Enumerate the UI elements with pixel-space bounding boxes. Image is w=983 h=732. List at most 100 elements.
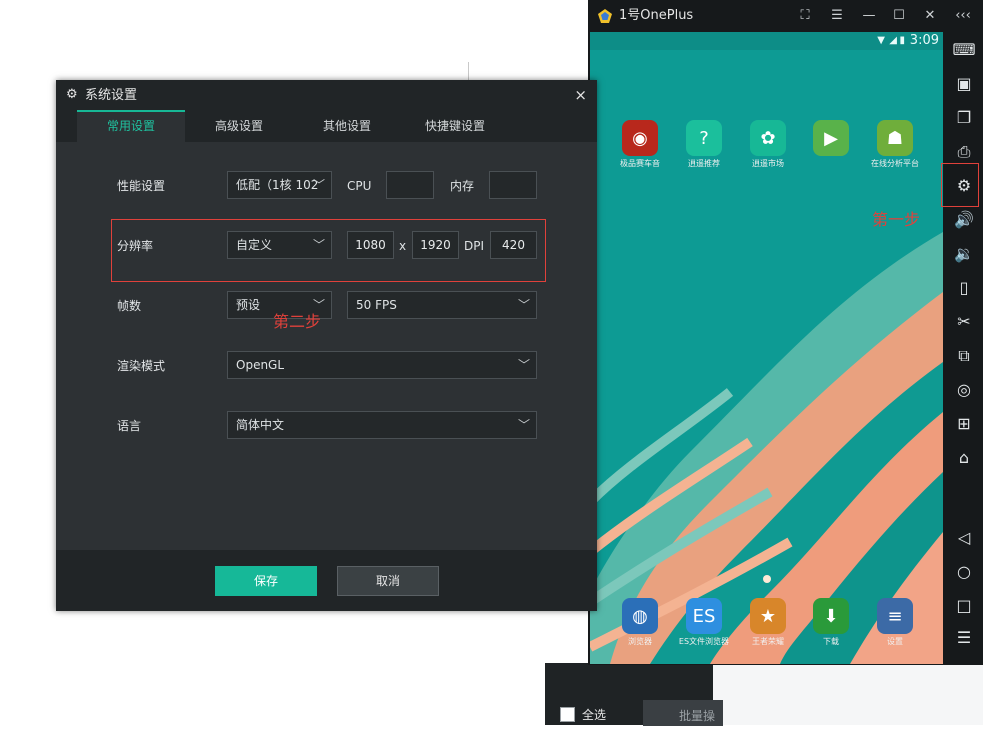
page-indicator: [763, 575, 771, 583]
cpu-input[interactable]: [386, 171, 434, 199]
step1-highlight: [941, 163, 979, 207]
app-game[interactable]: ★ 王者荣耀: [740, 598, 796, 647]
android-icon: ☗: [877, 120, 913, 156]
menu-icon[interactable]: ☰: [828, 8, 846, 24]
fps-label: 帧数: [117, 299, 142, 313]
app-browser[interactable]: ◍ 浏览器: [612, 598, 668, 647]
render-mode-label: 渲染模式: [117, 359, 166, 373]
volume-down-icon[interactable]: 🔉: [945, 244, 983, 264]
browser-icon: ◍: [622, 598, 658, 634]
volume-up-icon[interactable]: 🔊: [945, 210, 983, 230]
recent-icon[interactable]: □: [945, 596, 983, 616]
wifi-icon: ▼: [877, 35, 885, 46]
status-clock: 3:09: [909, 33, 939, 48]
dpi-label: DPI: [464, 239, 485, 253]
cancel-button[interactable]: 取消: [337, 566, 439, 596]
step1-annotation: 第一步: [872, 210, 921, 229]
background-divider: [468, 62, 469, 82]
market-icon: ✿: [750, 120, 786, 156]
play-icon: ▶: [813, 120, 849, 156]
minimize-icon[interactable]: —: [860, 8, 878, 24]
mouse-icon[interactable]: ⌂: [945, 448, 983, 468]
android-screen[interactable]: ▼ ◢ ▮ 3:09 ◉ 极品赛车音? 逍遥推荐 ✿ 逍遥市场 ▶ ☗ 在线分析平台 ◍ 浏览器…: [590, 32, 943, 664]
fps-preset-value: 预设: [236, 298, 261, 312]
app-android[interactable]: ☗ 在线分析平台: [867, 120, 923, 169]
download-icon: ⬇: [813, 598, 849, 634]
home-icon[interactable]: ○: [945, 562, 983, 582]
batch-button[interactable]: 批量操: [643, 700, 723, 726]
cpu-label: CPU: [347, 179, 372, 193]
location-icon[interactable]: ◎: [945, 380, 983, 400]
emulator-titlebar: 1号OnePlus ⛶ ☰ — ☐ ✕ ‹‹‹: [588, 0, 983, 32]
menu-icon[interactable]: ☰: [945, 628, 983, 648]
settings-app-icon: ≡: [877, 598, 913, 634]
settings-gear-icon: ⚙: [66, 87, 78, 102]
step2-annotation: 第二步: [273, 312, 322, 331]
network-icon[interactable]: ⊞: [945, 414, 983, 434]
tab-shortcuts[interactable]: 快捷键设置: [401, 110, 509, 142]
app-help[interactable]: ? 逍遥推荐: [676, 120, 732, 169]
app-race[interactable]: ◉ 极品赛车音: [612, 120, 668, 169]
app-es-file[interactable]: ES ES文件浏览器: [676, 598, 732, 647]
resolution-select[interactable]: 自定义 ﹀: [227, 231, 332, 259]
app-label: 极品赛车音: [620, 159, 660, 168]
multi-window-icon[interactable]: ❐: [945, 108, 983, 128]
resolution-value: 自定义: [236, 238, 273, 252]
system-settings-dialog: ⚙ 系统设置 × 常用设置 高级设置 其他设置 快捷键设置 性能设置 低配（1核…: [56, 80, 597, 611]
keyboard-icon[interactable]: ⌨: [945, 40, 983, 60]
signal-icon: ◢: [889, 35, 897, 46]
tab-other[interactable]: 其他设置: [293, 110, 401, 142]
fullscreen-icon[interactable]: ⛶: [796, 8, 814, 24]
collapse-toolbar-icon[interactable]: ‹‹‹: [954, 8, 972, 24]
app-market[interactable]: ✿ 逍遥市场: [740, 120, 796, 169]
language-value: 简体中文: [236, 418, 285, 432]
dialog-close-icon[interactable]: ×: [574, 86, 587, 104]
render-mode-value: OpenGL: [236, 358, 285, 372]
dialog-header: ⚙ 系统设置 ×: [56, 80, 597, 110]
fps-value-select[interactable]: 50 FPS ﹀: [347, 291, 537, 319]
select-all-checkbox[interactable]: [560, 707, 575, 722]
language-label: 语言: [117, 419, 142, 433]
tab-common[interactable]: 常用设置: [77, 110, 185, 142]
rotate-icon[interactable]: ⧉: [945, 346, 983, 366]
app-play[interactable]: ▶: [803, 120, 859, 159]
resolution-x-label: x: [399, 239, 407, 253]
performance-label: 性能设置: [117, 179, 166, 193]
emulator-title: 1号OnePlus: [619, 8, 694, 23]
settings-tabs: 常用设置 高级设置 其他设置 快捷键设置: [56, 110, 597, 142]
resolution-height-input[interactable]: 1920: [412, 231, 459, 259]
battery-icon: ▮: [899, 35, 905, 46]
emulator-window: 1号OnePlus ⛶ ☰ — ☐ ✕ ‹‹‹ ▼ ◢ ▮ 3:09 ◉ 极品赛车…: [588, 0, 983, 665]
dpi-input[interactable]: 420: [490, 231, 537, 259]
app-download[interactable]: ⬇ 下载: [803, 598, 859, 647]
language-select[interactable]: 简体中文 ﹀: [227, 411, 537, 439]
shake-icon[interactable]: ▯: [945, 278, 983, 298]
screenshot-icon[interactable]: ⎙: [945, 142, 983, 162]
close-icon[interactable]: ✕: [921, 8, 939, 24]
app-label: 逍遥推荐: [688, 159, 720, 168]
app-label: 浏览器: [628, 637, 652, 646]
cut-icon[interactable]: ✂: [945, 312, 983, 332]
memory-input[interactable]: [489, 171, 537, 199]
app-settings-app[interactable]: ≡ 设置: [867, 598, 923, 647]
game-icon: ★: [750, 598, 786, 634]
app-label: 设置: [887, 637, 903, 646]
status-bar: ▼ ◢ ▮ 3:09: [590, 32, 943, 50]
back-icon[interactable]: ◁: [945, 528, 983, 548]
background-light-panel: [713, 663, 983, 725]
save-button[interactable]: 保存: [215, 566, 317, 596]
chevron-down-icon: ﹀: [312, 238, 325, 252]
resolution-width-input[interactable]: 1080: [347, 231, 394, 259]
maximize-icon[interactable]: ☐: [890, 8, 908, 24]
render-mode-select[interactable]: OpenGL ﹀: [227, 351, 537, 379]
app-label: ES文件浏览器: [678, 637, 730, 646]
chevron-down-icon: ﹀: [517, 358, 530, 372]
apk-install-icon[interactable]: ▣: [945, 74, 983, 94]
resolution-label: 分辨率: [117, 239, 154, 253]
app-label: 下载: [823, 637, 839, 646]
memory-label: 内存: [450, 179, 475, 193]
performance-select[interactable]: 低配（1核 102 ﹀: [227, 171, 332, 199]
app-label: 逍遥市场: [752, 159, 784, 168]
app-label: 在线分析平台: [871, 159, 919, 168]
tab-advanced[interactable]: 高级设置: [185, 110, 293, 142]
